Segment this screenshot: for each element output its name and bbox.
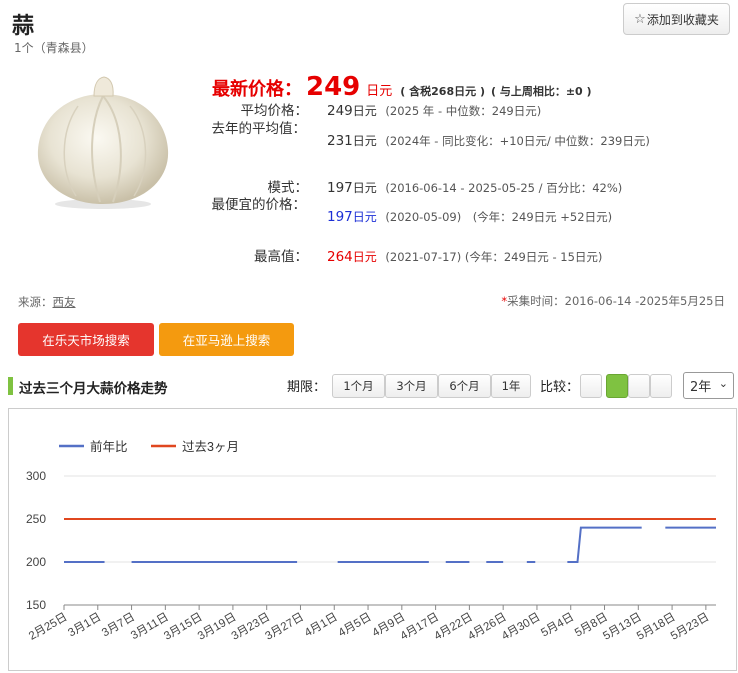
stat-value: 197日元 (2020-05-09) (今年：249日元 +52日元) — [327, 207, 612, 228]
stat-value-number: 249 — [327, 103, 353, 119]
x-tick-label: 5月23日 — [669, 611, 712, 642]
period-button-1-month[interactable]: 1个月 — [332, 374, 385, 398]
section-marker — [8, 377, 13, 395]
stat-note: (2025 年 - 中位数：249日元) — [385, 104, 542, 118]
stat-value-number: 197 — [327, 209, 353, 225]
x-tick-label: 5月4日 — [539, 611, 576, 639]
stat-value-unit: 日元 — [352, 250, 377, 264]
source: 来源：西友 — [18, 294, 76, 310]
x-tick-label: 4月5日 — [337, 611, 374, 639]
section-title: 过去三个月大蒜价格走势 — [19, 381, 168, 397]
y-tick-label: 300 — [26, 469, 46, 483]
source-label: 来源： — [18, 295, 53, 309]
stat-value: 264日元 (2021-07-17) (今年：249日元 - 15日元) — [327, 247, 602, 268]
stat-row: 去年的平均值： 231日元 (2024年 - 同比变化：+10日元/ 中位数：23… — [210, 121, 710, 167]
star-icon: ☆ — [634, 11, 646, 27]
stat-label: 去年的平均值： — [211, 121, 307, 137]
stat-row: 最便宜的价格： 197日元 (2020-05-09) (今年：249日元 +52日… — [210, 197, 710, 243]
collection-period-text: 采集时间：2016-06-14 -2025年5月25日 — [507, 294, 725, 308]
stat-note: ) — [607, 210, 613, 224]
period-button-3-months[interactable]: 3个月 — [385, 374, 438, 398]
stat-note: / 中位数：239日元) — [546, 134, 650, 148]
stat-value-unit: 日元 — [352, 104, 377, 118]
search-rakuten-button[interactable]: 在乐天市场搜索 — [18, 323, 154, 356]
stat-value: 231日元 (2024年 - 同比变化：+10日元/ 中位数：239日元) — [327, 131, 650, 152]
price-trend-chart: 150 200 250 300 2月25日 3月1日 3月7日 3月11日 3月15日 3月19日… — [8, 408, 737, 671]
compare-option-4[interactable] — [650, 374, 672, 398]
stat-note: +52日元 — [560, 210, 608, 224]
y-tick-label: 150 — [26, 598, 46, 612]
latest-price: 最新价格： 249 日元 ( 含税268日元 ) ( 与上周相比：±0 ) — [212, 72, 592, 102]
stat-value-number: 231 — [327, 133, 353, 149]
x-tick-label: 3月27日 — [263, 611, 306, 642]
x-tick-label: 2月25日 — [27, 611, 70, 642]
compare-option-2[interactable] — [606, 374, 628, 398]
latest-price-value: 249 — [306, 72, 361, 102]
stat-value-number: 197 — [327, 180, 353, 196]
x-tick-label: 4月1日 — [303, 611, 340, 639]
add-to-favorites-button[interactable]: ☆ 添加到收藏夹 — [623, 3, 730, 35]
period-button-6-months[interactable]: 6个月 — [438, 374, 491, 398]
collection-period: *采集时间：2016-06-14 -2025年5月25日 — [501, 293, 725, 309]
stat-value: 197日元 (2016-06-14 - 2025-05-25 / 百分比：42%… — [327, 178, 622, 199]
latest-price-unit: 日元 — [366, 84, 393, 99]
compare-option-3[interactable] — [628, 374, 650, 398]
stat-note: (2024年 - 同比变化： — [385, 134, 500, 148]
x-tick-label: 4月30日 — [500, 611, 543, 642]
source-link[interactable]: 西友 — [53, 295, 76, 309]
period-button-1-year[interactable]: 1年 — [491, 374, 531, 398]
range-select[interactable]: 2年 ⌄ — [683, 372, 734, 399]
product-title: 蒜 — [12, 14, 35, 39]
latest-price-label: 最新价格： — [212, 79, 302, 100]
compare-option-1[interactable] — [580, 374, 602, 398]
compare-label: 比较： — [540, 380, 580, 395]
stat-row: 最高值： 264日元 (2021-07-17) (今年：249日元 - 15日元) — [210, 247, 710, 283]
series-line-last-year — [567, 526, 642, 563]
stat-note: (2021-07-17) (今年：249日元 - — [385, 250, 561, 264]
stat-value-unit: 日元 — [352, 181, 377, 195]
x-tick-label: 3月1日 — [66, 611, 103, 639]
stat-value-number: 264 — [327, 249, 353, 265]
add-to-favorites-label: 添加到收藏夹 — [646, 12, 719, 27]
period-label: 期限： — [287, 380, 327, 395]
y-tick-label: 200 — [26, 555, 46, 569]
latest-price-week-note: ( 与上周相比：±0 ) — [490, 85, 592, 98]
stat-value-unit: 日元 — [352, 210, 377, 224]
stat-value: 249日元 (2025 年 - 中位数：249日元) — [327, 101, 541, 122]
latest-price-tax-note: ( 含税268日元 ) — [400, 85, 485, 98]
stat-note: +10日元 — [499, 134, 547, 148]
search-amazon-button[interactable]: 在亚马逊上搜索 — [159, 323, 294, 356]
stat-value-unit: 日元 — [352, 134, 377, 148]
stat-label: 最便宜的价格： — [211, 197, 307, 213]
y-tick-label: 250 — [26, 512, 46, 526]
product-subtitle: 1个（青森县） — [14, 41, 94, 55]
stat-note: 15日元 — [560, 250, 598, 264]
chevron-down-icon: ⌄ — [718, 377, 728, 390]
garlic-image — [37, 76, 169, 209]
legend-label: 前年比 — [90, 439, 128, 454]
stat-label: 最高值： — [254, 249, 308, 265]
price-trend-chart-svg: 1502002503002月25日3月1日3月7日3月11日3月15日3月19日… — [26, 439, 716, 643]
legend-label: 过去3ヶ月 — [182, 440, 239, 454]
stat-note: (2016-06-14 - 2025-05-25 / 百分比：42%) — [385, 181, 623, 195]
stat-note: (2020-05-09) (今年：249日元 — [385, 210, 561, 224]
range-select-value: 2年 — [690, 380, 712, 395]
stat-note: ) — [597, 250, 603, 264]
